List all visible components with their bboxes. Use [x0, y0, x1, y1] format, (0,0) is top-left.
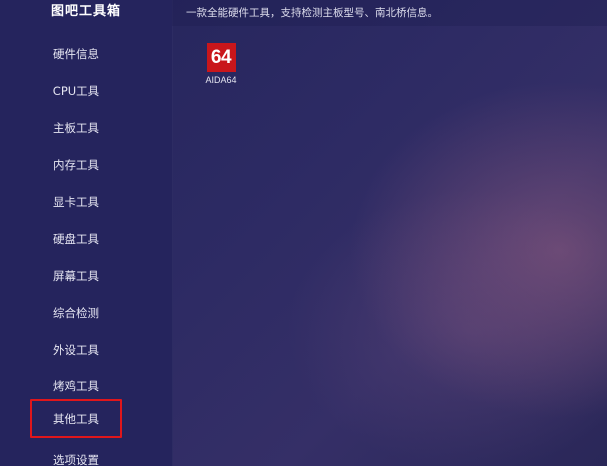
app-window: 图吧工具箱 硬件信息 CPU工具 主板工具 内存工具 显卡工具 硬盘工具 屏幕工… — [0, 0, 607, 466]
sidebar-item-comprehensive-test[interactable]: 综合检测 — [30, 295, 122, 331]
sidebar-item-hardware-info[interactable]: 硬件信息 — [30, 36, 122, 72]
category-description: 一款全能硬件工具，支持检测主板型号、南北桥信息。 — [186, 7, 438, 19]
tool-aida64[interactable]: 64 AIDA64 — [198, 43, 244, 85]
sidebar: 图吧工具箱 硬件信息 CPU工具 主板工具 内存工具 显卡工具 硬盘工具 屏幕工… — [0, 0, 173, 466]
sidebar-item-settings[interactable]: 选项设置 — [30, 442, 122, 466]
app-title: 图吧工具箱 — [50, 4, 121, 19]
sidebar-item-other-tools[interactable]: 其他工具 — [30, 399, 122, 438]
tool-label: AIDA64 — [205, 75, 237, 85]
sidebar-item-motherboard-tools[interactable]: 主板工具 — [30, 110, 122, 146]
sidebar-item-cpu-tools[interactable]: CPU工具 — [30, 73, 122, 109]
sidebar-item-screen-tools[interactable]: 屏幕工具 — [30, 258, 122, 294]
sidebar-item-disk-tools[interactable]: 硬盘工具 — [30, 221, 122, 257]
sidebar-item-peripheral-tools[interactable]: 外设工具 — [30, 332, 122, 368]
aida64-icon[interactable]: 64 — [206, 43, 236, 72]
sidebar-item-memory-tools[interactable]: 内存工具 — [30, 147, 122, 183]
sidebar-item-gpu-tools[interactable]: 显卡工具 — [30, 184, 122, 220]
